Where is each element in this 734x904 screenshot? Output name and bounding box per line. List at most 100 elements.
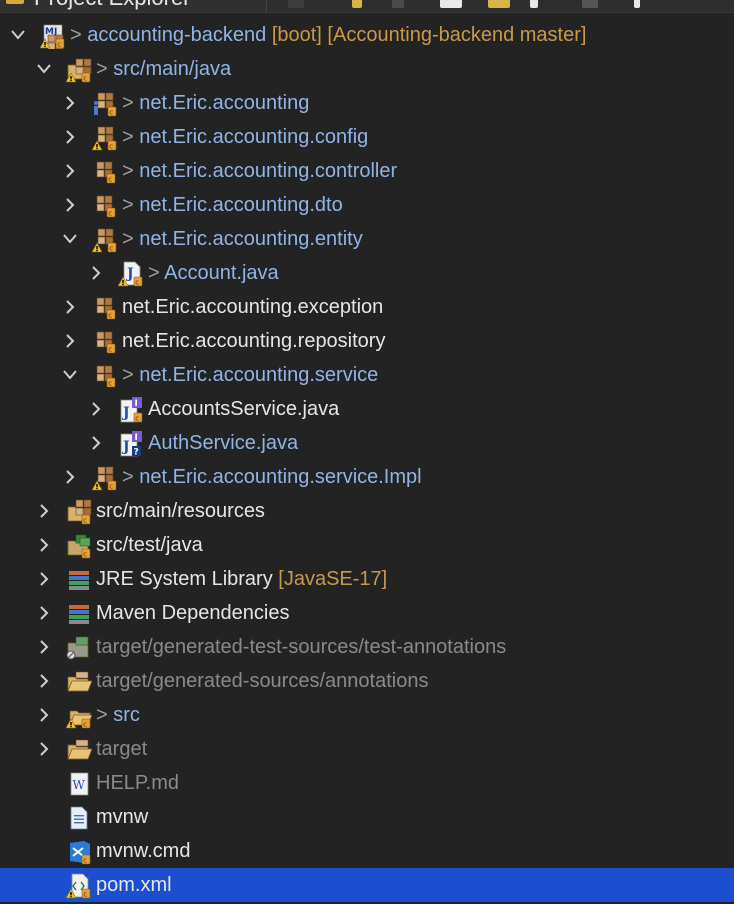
chevron-right-icon[interactable] — [60, 460, 80, 494]
chevron-right-icon[interactable] — [86, 392, 106, 426]
tree-item-pkg-entity[interactable]: c > net.Eric.accounting.entity — [0, 222, 734, 256]
chevron-right-icon[interactable] — [60, 154, 80, 188]
chevron-right-icon[interactable] — [60, 188, 80, 222]
project-explorer-view: Project Explorer MJc> accounting-backend… — [0, 0, 734, 904]
tree-item-pkg-controller[interactable]: c > net.Eric.accounting.controller — [0, 154, 734, 188]
tree-item-pkg-config[interactable]: c > net.Eric.accounting.config — [0, 120, 734, 154]
tree-item-text: src/main/java — [113, 58, 232, 80]
toolbar-icon[interactable] — [352, 0, 362, 8]
package-info-icon: c — [92, 91, 118, 117]
package-icon: c — [92, 329, 118, 355]
chevron-right-icon[interactable] — [60, 120, 80, 154]
tree-item-maven-deps[interactable]: Maven Dependencies — [0, 596, 734, 630]
tree-item-file-authservice[interactable]: J I? AuthService.java — [0, 426, 734, 460]
tree-item-text: Account.java — [164, 262, 279, 284]
tree-item-pkg-dto[interactable]: c > net.Eric.accounting.dto — [0, 188, 734, 222]
svg-text:?: ? — [134, 448, 139, 458]
tree-item-text: src/main/resources — [96, 500, 265, 522]
view-toolbar: Project Explorer — [0, 0, 734, 13]
package-warn-icon: c — [91, 227, 118, 253]
tree-item-file-accountsservice[interactable]: J Ic AccountsService.java — [0, 392, 734, 426]
folder-open-icon — [66, 737, 93, 763]
vscode-file-icon: c — [66, 839, 92, 865]
svg-text:I: I — [135, 399, 138, 409]
chevron-right-icon[interactable] — [60, 290, 80, 324]
tree-item-root[interactable]: M Jc > accounting-backend [boot] [Accounti… — [0, 18, 734, 52]
chevron-right-icon[interactable] — [34, 664, 54, 698]
tree-item-target[interactable]: target — [0, 732, 734, 766]
source-folder-plain-icon: c — [66, 533, 92, 559]
tree-item-label: mvnw — [96, 800, 148, 834]
package-warn-icon: c — [91, 465, 118, 491]
tab-project-explorer[interactable]: Project Explorer — [0, 0, 267, 12]
tree-item-pkg-service-impl[interactable]: c > net.Eric.accounting.service.Impl — [0, 460, 734, 494]
tree-item-label: AccountsService.java — [148, 392, 339, 426]
tree-item-text: net.Eric.accounting — [139, 92, 310, 114]
tree-item-target-gen-src[interactable]: target/generated-sources/annotations — [0, 664, 734, 698]
java-interface-unknown-icon: J I? — [118, 431, 144, 458]
tree-item-mvnw-cmd[interactable]: c mvnw.cmd — [0, 834, 734, 868]
toolbar-icon[interactable] — [440, 0, 462, 8]
tree-item-src-main-resources[interactable]: c src/main/resources — [0, 494, 734, 528]
tree-item-label: > net.Eric.accounting.config — [122, 120, 368, 154]
text-file-icon — [66, 805, 92, 831]
svg-text:c: c — [135, 279, 139, 287]
tree-item-mvnw[interactable]: mvnw — [0, 800, 734, 834]
chevron-right-icon[interactable] — [60, 86, 80, 120]
svg-text:c: c — [83, 857, 87, 865]
chevron-right-icon[interactable] — [86, 426, 106, 460]
chevron-right-icon[interactable] — [60, 324, 80, 358]
toolbar-icon[interactable] — [530, 0, 538, 8]
tree-item-file-account[interactable]: Jc > Account.java — [0, 256, 734, 290]
package-warn-icon: c — [91, 125, 118, 151]
nav-back-icon[interactable] — [288, 0, 304, 8]
tree-item-text: target/generated-test-sources/test-annot… — [96, 636, 507, 658]
tree-item-text: Maven Dependencies — [96, 602, 290, 624]
view-menu-icon[interactable] — [634, 0, 640, 8]
dirty-marker: > — [96, 58, 114, 80]
chevron-right-icon[interactable] — [34, 596, 54, 630]
package-icon: c — [92, 193, 118, 219]
tree-item-src-test-java[interactable]: c src/test/java — [0, 528, 734, 562]
svg-text:c: c — [83, 721, 87, 729]
tree-item-label: net.Eric.accounting.exception — [122, 290, 383, 324]
tree-item-label: > net.Eric.accounting.dto — [122, 188, 343, 222]
tree-item-text: src/test/java — [96, 534, 203, 556]
chevron-right-icon[interactable] — [34, 562, 54, 596]
tree-item-label: JRE System Library [JavaSE-17] — [96, 562, 387, 596]
chevron-down-icon[interactable] — [60, 358, 80, 392]
toolbar-icon[interactable] — [488, 0, 510, 8]
svg-text:I: I — [135, 433, 138, 443]
chevron-down-icon[interactable] — [8, 18, 28, 52]
toolbar-icon[interactable] — [392, 0, 404, 8]
chevron-right-icon[interactable] — [34, 528, 54, 562]
tree-item-pkg-exception[interactable]: c net.Eric.accounting.exception — [0, 290, 734, 324]
tree-item-text: net.Eric.accounting.repository — [122, 330, 386, 352]
tree-item-jre-library[interactable]: JRE System Library [JavaSE-17] — [0, 562, 734, 596]
tree-item-pom-xml[interactable]: c pom.xml — [0, 868, 734, 902]
toolbar-icon[interactable] — [582, 0, 598, 8]
tree-item-label: > accounting-backend [boot] [Accounting-… — [70, 18, 586, 52]
tree-item-decoration: [Accounting-backend master] — [321, 24, 587, 46]
dirty-marker: > — [70, 24, 88, 46]
tree-item-label: Maven Dependencies — [96, 596, 289, 630]
tree-item-pkg-repository[interactable]: c net.Eric.accounting.repository — [0, 324, 734, 358]
chevron-down-icon[interactable] — [34, 52, 54, 86]
tree-item-src-main-java[interactable]: c > src/main/java — [0, 52, 734, 86]
tree-item-label: target — [96, 732, 147, 766]
tree-item-target-gen-test[interactable]: target/generated-test-sources/test-annot… — [0, 630, 734, 664]
tree-item-pkg-service[interactable]: c > net.Eric.accounting.service — [0, 358, 734, 392]
chevron-right-icon[interactable] — [34, 630, 54, 664]
package-icon: c — [92, 295, 118, 321]
svg-text:c: c — [108, 312, 112, 320]
tree-item-help-md[interactable]: W HELP.md — [0, 766, 734, 800]
chevron-right-icon[interactable] — [34, 698, 54, 732]
chevron-right-icon[interactable] — [34, 494, 54, 528]
chevron-right-icon[interactable] — [34, 732, 54, 766]
tree-item-pkg-accounting[interactable]: c > net.Eric.accounting — [0, 86, 734, 120]
tree-item-text: net.Eric.accounting.service.Impl — [139, 466, 422, 488]
chevron-right-icon[interactable] — [86, 256, 106, 290]
chevron-down-icon[interactable] — [60, 222, 80, 256]
tree-item-decoration: [boot] — [266, 24, 322, 46]
tree-item-src[interactable]: c > src — [0, 698, 734, 732]
